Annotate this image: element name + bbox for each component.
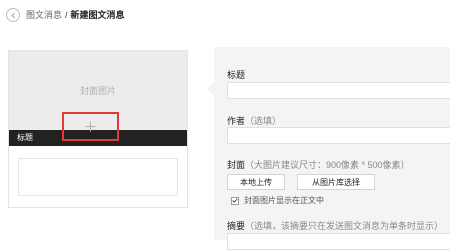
author-label-text: 作者 — [227, 116, 246, 126]
breadcrumb-separator: / — [65, 10, 68, 20]
add-article-slot — [18, 158, 178, 196]
cover-label: 封面（大图片建议尺寸：900像素 * 500像素） — [227, 158, 410, 171]
back-button[interactable] — [6, 8, 20, 22]
plus-icon — [85, 121, 96, 132]
summary-label: 摘要（选填，该摘要只在发送图文消息为单条时显示） — [227, 219, 443, 232]
preview-title-text: 标题 — [17, 133, 33, 142]
title-input[interactable] — [227, 82, 450, 99]
page-title: 新建图文消息 — [70, 10, 125, 20]
show-cover-in-body-option[interactable]: 封面图片显示在正文中 — [231, 195, 324, 206]
cover-placeholder-text: 封面图片 — [79, 86, 116, 96]
breadcrumb-link-articles[interactable]: 图文消息 — [26, 10, 62, 20]
checkmark-icon — [232, 198, 238, 203]
author-input[interactable] — [227, 127, 450, 144]
chevron-left-icon — [10, 12, 15, 18]
panel-pointer-arrow — [207, 82, 214, 96]
show-cover-checkbox[interactable] — [231, 196, 239, 205]
summary-input[interactable] — [227, 233, 450, 250]
cover-size-hint: （大图片建议尺寸：900像素 * 500像素） — [245, 160, 410, 170]
title-label-text: 标题 — [227, 70, 246, 80]
title-label: 标题 — [227, 68, 245, 81]
upload-local-button[interactable]: 本地上传 — [227, 174, 285, 190]
author-hint: （选填） — [245, 116, 282, 126]
choose-from-library-button[interactable]: 从图片库选择 — [297, 174, 375, 190]
summary-label-text: 摘要 — [227, 221, 246, 231]
breadcrumb: 图文消息 / 新建图文消息 — [26, 10, 125, 21]
summary-hint: （选填，该摘要只在发送图文消息为单条时显示） — [245, 221, 444, 231]
add-article-button[interactable] — [62, 112, 119, 141]
cover-label-text: 封面 — [227, 160, 246, 170]
show-cover-label: 封面图片显示在正文中 — [244, 196, 324, 205]
author-label: 作者（选填） — [227, 114, 281, 127]
